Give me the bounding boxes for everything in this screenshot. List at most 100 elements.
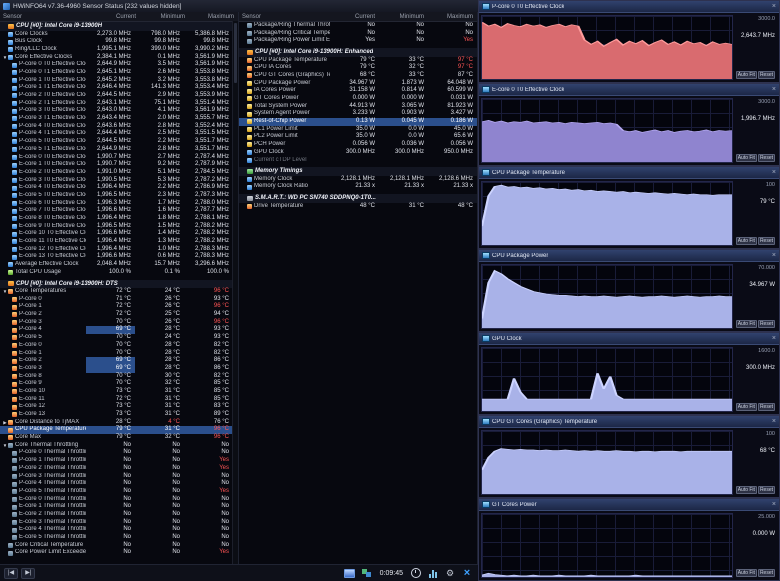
nav-first-button[interactable]: |◀ xyxy=(4,568,18,579)
sensor-row[interactable]: P-core 1 T0 Effective Clock2,645.2 MHz3.… xyxy=(0,77,233,85)
sensor-row[interactable]: E-core 6 T0 Effective Clock1,996.3 MHz1.… xyxy=(0,200,233,208)
sensor-row[interactable]: GPU Clock300.0 MHz300.0 MHz950.0 MHz xyxy=(239,149,477,157)
sensor-row[interactable]: P-core 1 T1 Effective Clock2,646.4 MHz14… xyxy=(0,84,233,92)
sensor-row[interactable]: P-core 570 °C24 °C93 °C xyxy=(0,334,233,342)
settings-button[interactable]: ⚙ xyxy=(443,567,457,579)
sensor-row[interactable]: Total System Power44.913 W3.065 W81.923 … xyxy=(239,103,477,111)
column-current[interactable]: Current xyxy=(91,14,140,20)
column-maximum[interactable]: Maximum xyxy=(428,14,477,20)
sensor-row[interactable]: E-core 1373 °C31 °C89 °C xyxy=(0,411,233,419)
reset-button[interactable]: Reset xyxy=(758,569,775,577)
scrollbar[interactable] xyxy=(232,21,238,564)
sensor-row[interactable]: CPU GT Cores (Graphics) Temperature68 °C… xyxy=(239,72,477,80)
auto-fit-button[interactable]: Auto Fit xyxy=(736,237,757,245)
sensor-row[interactable]: Package/Ring Critical TemperatureNoNoNo xyxy=(239,30,477,38)
sensor-row[interactable]: P-core 3 T1 Effective Clock2,643.4 MHz2.… xyxy=(0,115,233,123)
graph-titlebar[interactable]: GT Cores Power× xyxy=(479,499,779,511)
sensor-row[interactable]: System Agent Power3.233 W0.903 W3.427 W xyxy=(239,110,477,118)
sensor-row[interactable]: P-core 0 T1 Effective Clock2,645.1 MHz2.… xyxy=(0,69,233,77)
close-icon[interactable]: × xyxy=(772,336,776,342)
section-header-row[interactable]: S.M.A.R.T.: WD PC SN740 SDDPNQ0-1T0... xyxy=(239,194,477,203)
column-minimum[interactable]: Minimum xyxy=(379,14,428,20)
column-sensor[interactable]: Sensor xyxy=(242,14,330,20)
sensor-row[interactable]: P-core 370 °C26 °C96 °C xyxy=(0,319,233,327)
sensor-row[interactable]: Average Effective Clock2,048.4 MHz15.7 M… xyxy=(0,261,233,269)
sensor-row[interactable]: ▶Core Distance to TjMAX28 °C4 °C76 °C xyxy=(0,419,233,427)
sensor-row[interactable]: P-core 3 T0 Effective Clock2,643.0 MHz4.… xyxy=(0,107,233,115)
reset-button[interactable]: Reset xyxy=(758,154,775,162)
auto-fit-button[interactable]: Auto Fit xyxy=(736,154,757,162)
sensor-row[interactable]: P-core 469 °C28 °C93 °C xyxy=(0,326,233,334)
graph-titlebar[interactable]: E-core 0 T0 Effective Clock× xyxy=(479,84,779,96)
sensor-row[interactable]: E-core 0 T0 Effective Clock1,990.7 MHz2.… xyxy=(0,154,233,162)
sensor-row[interactable]: IA Cores Power31.158 W0.814 W60.599 W xyxy=(239,87,477,95)
sensor-row[interactable]: PL2 Power Limit35.0 W0.0 W65.6 W xyxy=(239,133,477,141)
sensor-row[interactable]: P-core 3 Thermal ThrottlingNoNoNo xyxy=(0,473,233,481)
sensor-row[interactable]: Ring/LLC Clock1,995.1 MHz399.0 MHz3,990.… xyxy=(0,46,233,54)
graph-titlebar[interactable]: GPU Clock× xyxy=(479,333,779,345)
sensor-row[interactable]: ▼Core Effective Clocks2,384.1 MHz0.1 MHz… xyxy=(0,54,233,62)
reset-button[interactable]: Reset xyxy=(758,320,775,328)
sensor-row[interactable]: ▼Core Temperatures72 °C24 °C96 °C xyxy=(0,288,233,296)
sensor-row[interactable]: P-core 2 Thermal ThrottlingNoNoYes xyxy=(0,465,233,473)
column-current[interactable]: Current xyxy=(330,14,379,20)
close-icon[interactable]: × xyxy=(772,170,776,176)
sensor-row[interactable]: E-core 3 T0 Effective Clock1,990.5 MHz5.… xyxy=(0,177,233,185)
sensor-row[interactable]: E-core 7 T0 Effective Clock1,996.6 MHz1.… xyxy=(0,207,233,215)
auto-fit-button[interactable]: Auto Fit xyxy=(736,569,757,577)
sensor-row[interactable]: GT Cores Power0.000 W0.000 W0.031 W xyxy=(239,95,477,103)
sensor-row[interactable]: PL1 Power Limit35.0 W0.0 W45.0 W xyxy=(239,126,477,134)
sensor-row[interactable]: E-core 1273 °C31 °C83 °C xyxy=(0,403,233,411)
sensor-row[interactable]: E-core 870 °C30 °C82 °C xyxy=(0,373,233,381)
sensor-row[interactable]: CPU Package Temperature79 °C31 °C96 °C xyxy=(0,426,233,434)
sensor-row[interactable]: E-core 4 Thermal ThrottlingNoNoNo xyxy=(0,526,233,534)
column-minimum[interactable]: Minimum xyxy=(140,14,189,20)
section-header-row[interactable]: CPU [#0]: Intel Core i9-13900H xyxy=(0,22,233,31)
sensor-row[interactable]: P-core 4 T0 Effective Clock2,643.6 MHz2.… xyxy=(0,123,233,131)
sensor-row[interactable]: P-core 1 Thermal ThrottlingNoNoYes xyxy=(0,457,233,465)
sensor-row[interactable]: Total CPU Usage100.0 %0.1 %100.0 % xyxy=(0,269,233,277)
sensor-row[interactable]: Core Clocks2,273.0 MHz798.0 MHz5,386.8 M… xyxy=(0,31,233,39)
nav-last-button[interactable]: ▶| xyxy=(21,568,35,579)
close-icon[interactable]: × xyxy=(772,4,776,10)
sensor-row[interactable]: Memory Clock Ratio21.33 x21.33 x21.33 x xyxy=(239,183,477,191)
reset-button[interactable]: Reset xyxy=(758,237,775,245)
sensor-row[interactable]: P-core 071 °C26 °C93 °C xyxy=(0,296,233,304)
sensor-row[interactable]: P-core 172 °C26 °C96 °C xyxy=(0,303,233,311)
sensor-row[interactable]: CPU Package Power34.967 W1.873 W64.048 W xyxy=(239,80,477,88)
close-icon[interactable]: × xyxy=(772,87,776,93)
sensor-row[interactable]: E-core 10 T0 Effective Clock1,996.6 MHz1… xyxy=(0,230,233,238)
sensor-row[interactable]: P-core 5 T0 Effective Clock2,644.5 MHz2.… xyxy=(0,138,233,146)
sensor-row[interactable]: E-core 0 Thermal ThrottlingNoNoNo xyxy=(0,496,233,504)
sensor-row[interactable]: E-core 11 T0 Effective Clock1,996.4 MHz1… xyxy=(0,238,233,246)
sensor-row[interactable]: E-core 5 T0 Effective Clock1,996.5 MHz2.… xyxy=(0,192,233,200)
sensor-row[interactable]: Bus Clock99.8 MHz99.8 MHz99.8 MHz xyxy=(0,38,233,46)
sensor-row[interactable]: P-core 4 T1 Effective Clock2,644.4 MHz2.… xyxy=(0,130,233,138)
auto-fit-button[interactable]: Auto Fit xyxy=(736,320,757,328)
sensor-row[interactable]: P-core 5 Thermal ThrottlingNoNoYes xyxy=(0,488,233,496)
sensor-row[interactable]: Rest-of-Chip Power0.13 W0.045 W0.186 W xyxy=(239,118,477,126)
sensor-row[interactable]: Memory Clock2,128.1 MHz2,128.1 MHz2,128.… xyxy=(239,176,477,184)
close-icon[interactable]: × xyxy=(772,419,776,425)
reset-button[interactable]: Reset xyxy=(758,486,775,494)
auto-fit-button[interactable]: Auto Fit xyxy=(736,403,757,411)
sensor-row[interactable]: E-core 13 T0 Effective Clock1,996.6 MHz0… xyxy=(0,253,233,261)
sensor-row[interactable]: Package/Ring Power Limit ExceededYesNoYe… xyxy=(239,37,477,45)
sensor-row[interactable]: E-core 1 T0 Effective Clock1,990.7 MHz9.… xyxy=(0,161,233,169)
sensor-row[interactable]: E-core 8 T0 Effective Clock1,996.4 MHz1.… xyxy=(0,215,233,223)
section-header-row[interactable]: Memory Timings xyxy=(239,167,477,176)
display-mode-button[interactable] xyxy=(343,567,357,579)
column-maximum[interactable]: Maximum xyxy=(189,14,238,20)
sensor-row[interactable]: P-core 0 Thermal ThrottlingNoNoNo xyxy=(0,449,233,457)
sensor-row[interactable]: Current cTDP Level xyxy=(239,157,477,165)
reset-button[interactable]: Reset xyxy=(758,403,775,411)
clock-button[interactable] xyxy=(409,567,423,579)
sensor-row[interactable]: E-core 369 °C28 °C86 °C xyxy=(0,365,233,373)
close-icon[interactable]: × xyxy=(772,253,776,259)
graph-titlebar[interactable]: CPU Package Temperature× xyxy=(479,167,779,179)
sensor-row[interactable]: CPU IA Cores79 °C32 °C97 °C xyxy=(239,64,477,72)
sensor-row[interactable]: Core Power Limit ExceededNoNoYes xyxy=(0,549,233,557)
graph-titlebar[interactable]: CPU GT Cores (Graphics) Temperature× xyxy=(479,416,779,428)
section-header-row[interactable]: CPU [#0]: Intel Core i9-13900H: DTS xyxy=(0,280,233,289)
graph-button[interactable] xyxy=(426,567,440,579)
